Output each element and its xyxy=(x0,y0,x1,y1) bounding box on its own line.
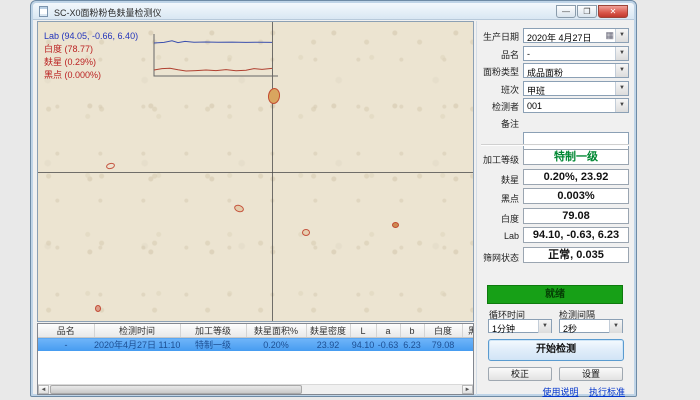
bran-spot-marker xyxy=(392,222,399,228)
form-row-remarks: 备注 xyxy=(479,115,631,130)
product-name-select[interactable]: - ▼ xyxy=(523,46,629,61)
history-table: 品名 检测时间 加工等级 麸星面积% 麸星密度 L a b 白度 黑点面积% -… xyxy=(37,323,474,395)
maximize-button[interactable]: ❐ xyxy=(577,5,597,18)
result-row-black: 黑点 0.003% xyxy=(479,188,631,204)
form-row-shift: 班次 甲班 ▼ xyxy=(479,81,631,96)
col-header[interactable]: b xyxy=(400,324,424,338)
desktop-background: SC-X0面粉粉色麸量检测仪 — ❐ ✕ Lab (94.05, -0.66, … xyxy=(0,0,700,400)
trend-inset-chart xyxy=(152,32,280,80)
form-row-flour-type: 面粉类型 成品面粉 ▼ xyxy=(479,63,631,78)
result-row-lab: Lab 94.10, -0.63, 6.23 xyxy=(479,227,631,243)
chevron-down-icon[interactable]: ▼ xyxy=(538,320,551,333)
cycle-time-select[interactable]: 1分钟 ▼ xyxy=(488,319,552,333)
section-divider xyxy=(481,144,629,146)
form-row-production-date: 生产日期 2020年 4月27日 ▦ ▼ xyxy=(479,28,631,43)
sample-image-viewer: Lab (94.05, -0.66, 6.40) 白度 (78.77) 麸星 (… xyxy=(37,21,474,322)
calendar-icon: ▦ xyxy=(605,30,614,41)
result-row-grade: 加工等级 特制一级 xyxy=(479,149,631,165)
start-detection-button[interactable]: 开始检测 xyxy=(488,339,624,361)
col-header[interactable]: L xyxy=(350,324,376,338)
whiteness-value: 79.08 xyxy=(523,208,629,224)
col-header[interactable]: 加工等级 xyxy=(180,324,246,338)
production-date-picker[interactable]: 2020年 4月27日 ▦ ▼ xyxy=(523,28,629,43)
inspector-select[interactable]: 001 ▼ xyxy=(523,98,629,113)
inspector-label: 检测者 xyxy=(479,100,519,113)
col-header[interactable]: 检测时间 xyxy=(94,324,180,338)
title-bar: SC-X0面粉粉色麸量检测仪 — ❐ ✕ xyxy=(33,3,634,20)
scroll-left-icon[interactable]: ◄ xyxy=(38,385,49,394)
chevron-down-icon[interactable]: ▼ xyxy=(609,320,622,333)
shift-label: 班次 xyxy=(479,83,519,96)
col-header[interactable]: 白度 xyxy=(424,324,462,338)
cell-a[interactable]: -0.63 xyxy=(376,338,400,352)
shift-select[interactable]: 甲班 ▼ xyxy=(523,81,629,96)
grade-value: 特制一级 xyxy=(523,149,629,165)
product-name-label: 品名 xyxy=(479,48,519,61)
app-window: SC-X0面粉粉色麸量检测仪 — ❐ ✕ Lab (94.05, -0.66, … xyxy=(30,0,637,397)
interval-select[interactable]: 2秒 ▼ xyxy=(559,319,623,333)
overlay-whiteness-value: 白度 (78.77) xyxy=(44,43,138,56)
bran-spot-marker xyxy=(267,87,281,105)
scroll-right-icon[interactable]: ► xyxy=(462,385,473,394)
panel-divider xyxy=(476,21,477,395)
status-badge: 就绪 xyxy=(487,285,623,304)
cell-bran-density[interactable]: 23.92 xyxy=(306,338,350,352)
cell-l[interactable]: 94.10 xyxy=(350,338,376,352)
form-row-product-name: 品名 - ▼ xyxy=(479,46,631,61)
overlay-black-value: 黑点 (0.000%) xyxy=(44,69,138,82)
chevron-down-icon[interactable]: ▼ xyxy=(615,99,628,112)
overlay-bran-value: 麸星 (0.29%) xyxy=(44,56,138,69)
control-panel: 生产日期 2020年 4月27日 ▦ ▼ 品名 - ▼ 面粉类型 成品面粉 ▼ xyxy=(479,21,631,395)
black-value: 0.003% xyxy=(523,188,629,204)
settings-button[interactable]: 设置 xyxy=(559,367,623,381)
flour-type-label: 面粉类型 xyxy=(479,65,519,78)
close-button[interactable]: ✕ xyxy=(598,5,628,18)
cell-bran-area[interactable]: 0.20% xyxy=(246,338,306,352)
table-row-selected[interactable]: - 2020年4月27日 11:10 特制一级 0.20% 23.92 94.1… xyxy=(38,338,474,352)
lab-value: 94.10, -0.63, 6.23 xyxy=(523,227,629,243)
col-header[interactable]: a xyxy=(376,324,400,338)
production-date-label: 生产日期 xyxy=(479,30,519,43)
col-header[interactable]: 麸星面积% xyxy=(246,324,306,338)
crosshair-horizontal-line xyxy=(38,172,473,173)
cell-product[interactable]: - xyxy=(38,338,94,352)
bran-value: 0.20%, 23.92 xyxy=(523,169,629,185)
result-row-whiteness: 白度 79.08 xyxy=(479,208,631,224)
scrollbar-thumb[interactable] xyxy=(50,385,302,394)
chevron-down-icon[interactable]: ▼ xyxy=(615,64,628,77)
minimize-button[interactable]: — xyxy=(556,5,576,18)
result-row-sieve-status: 筛网状态 正常, 0.035 xyxy=(479,247,631,263)
bran-spot-marker xyxy=(233,204,245,214)
app-icon xyxy=(39,6,48,17)
sieve-status-value: 正常, 0.035 xyxy=(523,247,629,263)
cell-black-area[interactable]: 0.003% xyxy=(462,338,474,352)
overlay-lab-value: Lab (94.05, -0.66, 6.40) xyxy=(44,30,138,43)
table-header-row: 品名 检测时间 加工等级 麸星面积% 麸星密度 L a b 白度 黑点面积% xyxy=(38,324,474,338)
cell-grade[interactable]: 特制一级 xyxy=(180,338,246,352)
cell-time[interactable]: 2020年4月27日 11:10 xyxy=(94,338,180,352)
cell-whiteness[interactable]: 79.08 xyxy=(424,338,462,352)
cell-b[interactable]: 6.23 xyxy=(400,338,424,352)
chevron-down-icon[interactable]: ▼ xyxy=(615,47,628,60)
usage-instructions-link[interactable]: 使用说明 xyxy=(542,387,578,397)
form-row-inspector: 检测者 001 ▼ xyxy=(479,98,631,113)
chevron-down-icon[interactable]: ▼ xyxy=(615,29,628,42)
col-header[interactable]: 麸星密度 xyxy=(306,324,350,338)
bran-spot-marker xyxy=(302,229,310,236)
calibrate-button[interactable]: 校正 xyxy=(488,367,552,381)
table-horizontal-scrollbar[interactable]: ◄ ► xyxy=(38,384,473,394)
remarks-label: 备注 xyxy=(479,117,519,130)
footer-links: 使用说明 执行标准 xyxy=(534,385,625,398)
execution-standard-link[interactable]: 执行标准 xyxy=(589,387,625,397)
bran-spot-marker xyxy=(105,162,115,170)
col-header[interactable]: 品名 xyxy=(38,324,94,338)
bran-spot-marker xyxy=(95,305,101,312)
col-header[interactable]: 黑点面积% xyxy=(462,324,474,338)
window-title: SC-X0面粉粉色麸量检测仪 xyxy=(54,6,162,19)
chevron-down-icon[interactable]: ▼ xyxy=(615,82,628,95)
measurement-overlay: Lab (94.05, -0.66, 6.40) 白度 (78.77) 麸星 (… xyxy=(44,30,138,82)
flour-type-select[interactable]: 成品面粉 ▼ xyxy=(523,63,629,78)
result-row-bran: 麸星 0.20%, 23.92 xyxy=(479,169,631,185)
